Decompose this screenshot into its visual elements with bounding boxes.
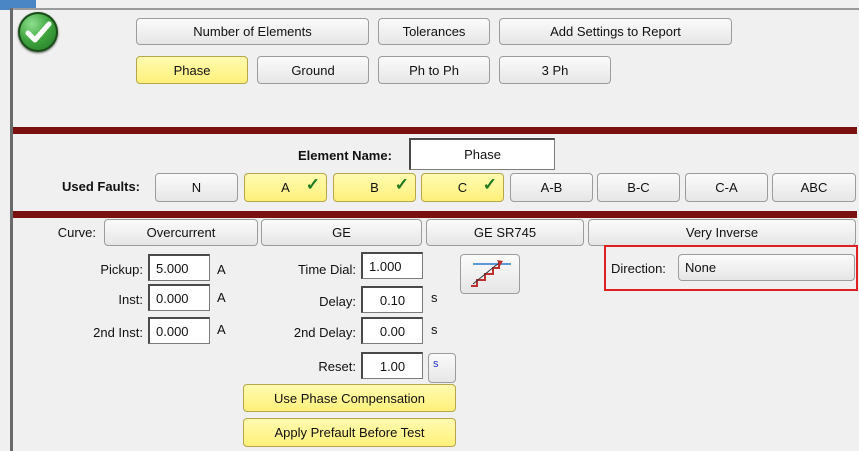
curve-plot-icon — [465, 256, 515, 293]
second-inst-value: 0.000 — [156, 323, 189, 339]
tab-ground[interactable]: Ground — [257, 56, 369, 84]
curve-plot-button[interactable] — [460, 254, 520, 294]
tab-ph-to-ph[interactable]: Ph to Ph — [378, 56, 490, 84]
second-inst-input[interactable]: 0.000 — [148, 317, 210, 344]
fault-ab-button[interactable]: A-B — [510, 173, 593, 202]
pickup-unit: A — [217, 262, 226, 277]
time-dial-value: 1.000 — [369, 258, 402, 274]
reset-label: Reset: — [318, 359, 356, 374]
checkmark-icon: ✓ — [394, 175, 409, 194]
time-dial-input[interactable]: 1.000 — [361, 252, 423, 279]
tab-3-ph[interactable]: 3 Ph — [499, 56, 611, 84]
second-inst-label: 2nd Inst: — [93, 325, 143, 340]
curve-manufacturer-button[interactable]: GE — [261, 219, 422, 246]
reset-input[interactable]: 1.00 — [361, 352, 423, 379]
delay-unit: s — [431, 290, 438, 305]
tab-phase[interactable]: Phase — [136, 56, 248, 84]
fault-abc-button[interactable]: ABC — [772, 173, 856, 202]
checkmark-icon: ✓ — [305, 175, 320, 194]
fault-label: B-C — [627, 180, 650, 195]
curve-type-button[interactable]: Overcurrent — [104, 219, 258, 246]
inst-input[interactable]: 0.000 — [148, 284, 210, 311]
fault-n-button[interactable]: N — [155, 173, 238, 202]
second-delay-unit: s — [431, 322, 438, 337]
pickup-label: Pickup: — [100, 262, 143, 277]
second-inst-unit: A — [217, 322, 226, 337]
fault-c-button[interactable]: C ✓ — [421, 173, 504, 202]
curve-characteristic-button[interactable]: Very Inverse — [588, 219, 856, 246]
second-delay-input[interactable]: 0.00 — [361, 317, 423, 344]
used-faults-label: Used Faults: — [62, 179, 141, 194]
number-of-elements-button[interactable]: Number of Elements — [136, 18, 369, 45]
inst-unit: A — [217, 290, 226, 305]
fault-a-button[interactable]: A ✓ — [244, 173, 327, 202]
apply-prefault-button[interactable]: Apply Prefault Before Test — [243, 418, 456, 447]
fault-b-button[interactable]: B ✓ — [333, 173, 416, 202]
fault-label: N — [191, 180, 202, 195]
fault-label: C — [457, 180, 468, 195]
inst-label: Inst: — [118, 292, 143, 307]
time-dial-label: Time Dial: — [297, 262, 356, 277]
window-top-border — [10, 8, 859, 10]
fault-ca-button[interactable]: C-A — [685, 173, 768, 202]
element-name-field[interactable]: Phase — [409, 138, 555, 170]
tolerances-button[interactable]: Tolerances — [378, 18, 490, 45]
reset-value: 1.00 — [379, 358, 406, 374]
pickup-value: 5.000 — [156, 260, 189, 276]
section-divider — [13, 211, 857, 218]
checkmark-icon: ✓ — [482, 175, 497, 194]
fault-label: B — [370, 180, 379, 195]
delay-value: 0.10 — [379, 292, 406, 308]
status-check-icon[interactable] — [18, 12, 58, 52]
element-name-label: Element Name: — [298, 148, 392, 163]
inst-value: 0.000 — [156, 290, 189, 306]
delay-input[interactable]: 0.10 — [361, 286, 423, 313]
fault-label: ABC — [800, 180, 828, 195]
section-divider — [13, 127, 857, 134]
window-left-border — [10, 8, 13, 451]
second-delay-label: 2nd Delay: — [293, 325, 356, 340]
fault-bc-button[interactable]: B-C — [597, 173, 680, 202]
direction-label: Direction: — [611, 261, 666, 276]
curve-label: Curve: — [57, 225, 96, 240]
pickup-input[interactable]: 5.000 — [148, 254, 210, 281]
reset-unit-button[interactable]: s — [428, 353, 456, 383]
fault-label: A — [281, 180, 290, 195]
curve-model-button[interactable]: GE SR745 — [426, 219, 584, 246]
fault-label: C-A — [715, 180, 738, 195]
element-name-value: Phase — [464, 147, 501, 162]
fault-label: A-B — [540, 180, 563, 195]
add-settings-to-report-button[interactable]: Add Settings to Report — [499, 18, 732, 45]
use-phase-compensation-button[interactable]: Use Phase Compensation — [243, 384, 456, 412]
delay-label: Delay: — [319, 294, 356, 309]
second-delay-value: 0.00 — [379, 323, 406, 339]
direction-select[interactable]: None — [678, 254, 855, 281]
